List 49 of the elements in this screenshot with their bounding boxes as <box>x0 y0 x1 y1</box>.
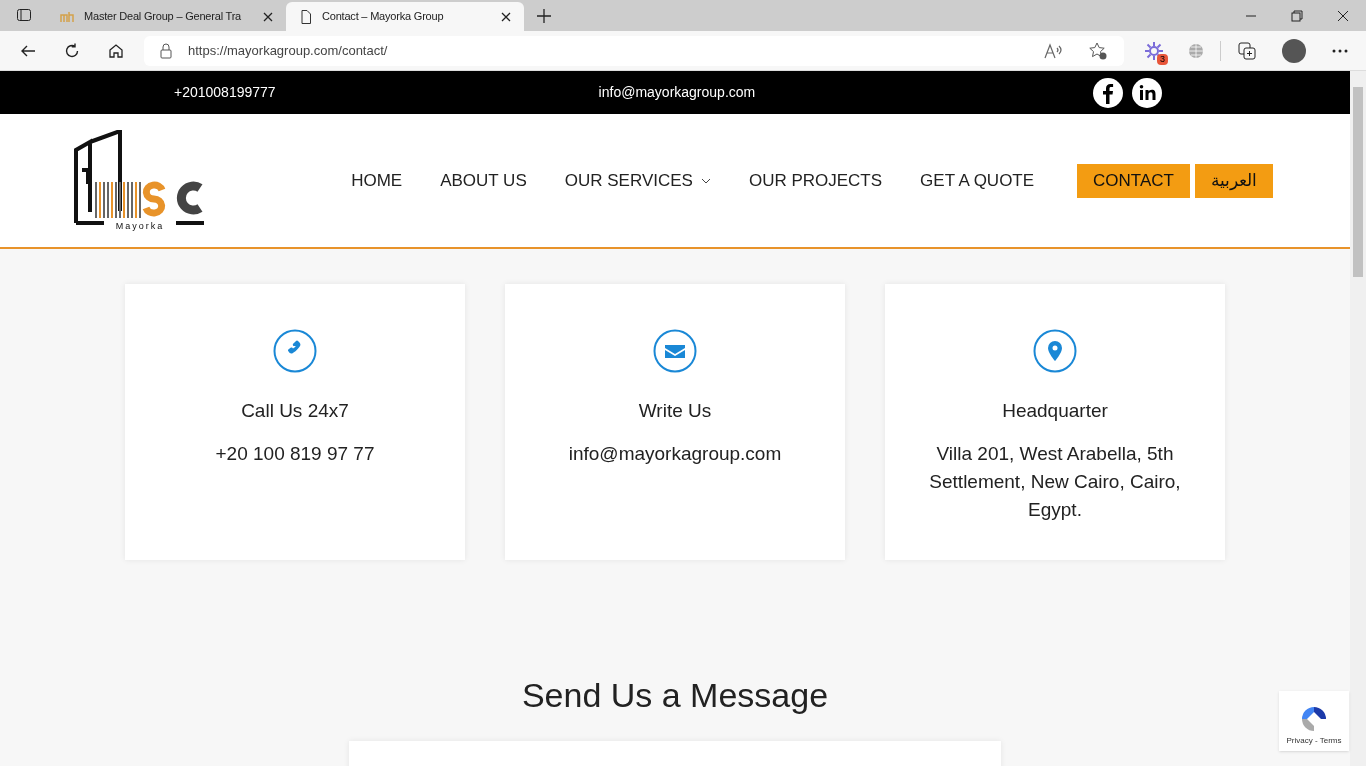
more-icon[interactable] <box>1332 48 1348 53</box>
linkedin-icon[interactable] <box>1131 76 1164 109</box>
card-title: Call Us 24x7 <box>241 399 349 423</box>
phone-number[interactable]: +201008199777 <box>174 82 276 103</box>
lock-icon <box>160 42 172 59</box>
collections-icon[interactable] <box>1237 40 1257 61</box>
card-title: Headquarter <box>1002 399 1108 423</box>
facebook-icon[interactable] <box>1092 76 1125 109</box>
nav-link[interactable]: OUR SERVICES <box>564 167 711 194</box>
tab-title: Contact – Mayorka Group <box>322 9 445 25</box>
address-bar[interactable]: https://mayorkagroup.com/contact/ <box>144 35 1124 66</box>
close-icon[interactable] <box>500 10 512 23</box>
browser-tab[interactable]: Master Deal Group – General Tra <box>48 2 286 31</box>
url-text: https://mayorkagroup.com/contact/ <box>188 41 389 60</box>
chevron-down-icon <box>700 177 711 184</box>
nav-link[interactable]: ABOUT US <box>440 167 527 194</box>
read-aloud-icon[interactable] <box>1044 42 1064 59</box>
recaptcha-links[interactable]: Privacy - Terms <box>1286 735 1342 747</box>
recaptcha-badge[interactable]: Privacy - Terms <box>1279 691 1349 751</box>
nav-link[interactable]: CONTACT <box>1077 163 1190 198</box>
card-text: info@mayorkagroup.com <box>567 441 783 466</box>
section-heading: Send Us a Message <box>521 675 829 716</box>
nav-link[interactable]: GET A QUOTE <box>920 167 1035 194</box>
nav-link[interactable]: العربية <box>1195 163 1273 198</box>
company-logo[interactable]: Mayorka <box>74 129 206 232</box>
mail-icon <box>653 329 697 373</box>
home-icon[interactable] <box>108 42 124 59</box>
phone-icon <box>273 329 317 373</box>
close-icon[interactable] <box>262 10 274 23</box>
refresh-icon[interactable] <box>64 42 80 59</box>
page-icon <box>298 8 314 25</box>
nav-link[interactable]: OUR PROJECTS <box>748 167 883 194</box>
card-text: Villa 201, West Arabella, 5th Settlement, New Cairo, Cairo, Egypt. <box>928 441 1182 522</box>
restore-icon[interactable] <box>1291 10 1303 22</box>
tab-actions-icon[interactable] <box>16 7 32 23</box>
new-tab-icon[interactable] <box>536 8 552 24</box>
favorite-star-icon[interactable] <box>1088 40 1108 61</box>
site-logo-icon <box>60 10 76 23</box>
scrollbar[interactable] <box>1350 71 1366 766</box>
nav-link[interactable]: HOME <box>351 167 403 194</box>
pin-icon <box>1033 329 1077 373</box>
tab-title: Master Deal Group – General Tra <box>84 9 243 25</box>
profile-avatar[interactable] <box>1282 38 1306 63</box>
card-text: +20 100 819 97 77 <box>214 441 376 466</box>
card-title: Write Us <box>638 399 712 423</box>
browser-tab[interactable]: Contact – Mayorka Group <box>286 2 524 31</box>
notification-badge: 3 <box>1157 53 1168 65</box>
close-window-icon[interactable] <box>1337 10 1349 22</box>
email-address[interactable]: info@mayorkagroup.com <box>598 82 756 103</box>
